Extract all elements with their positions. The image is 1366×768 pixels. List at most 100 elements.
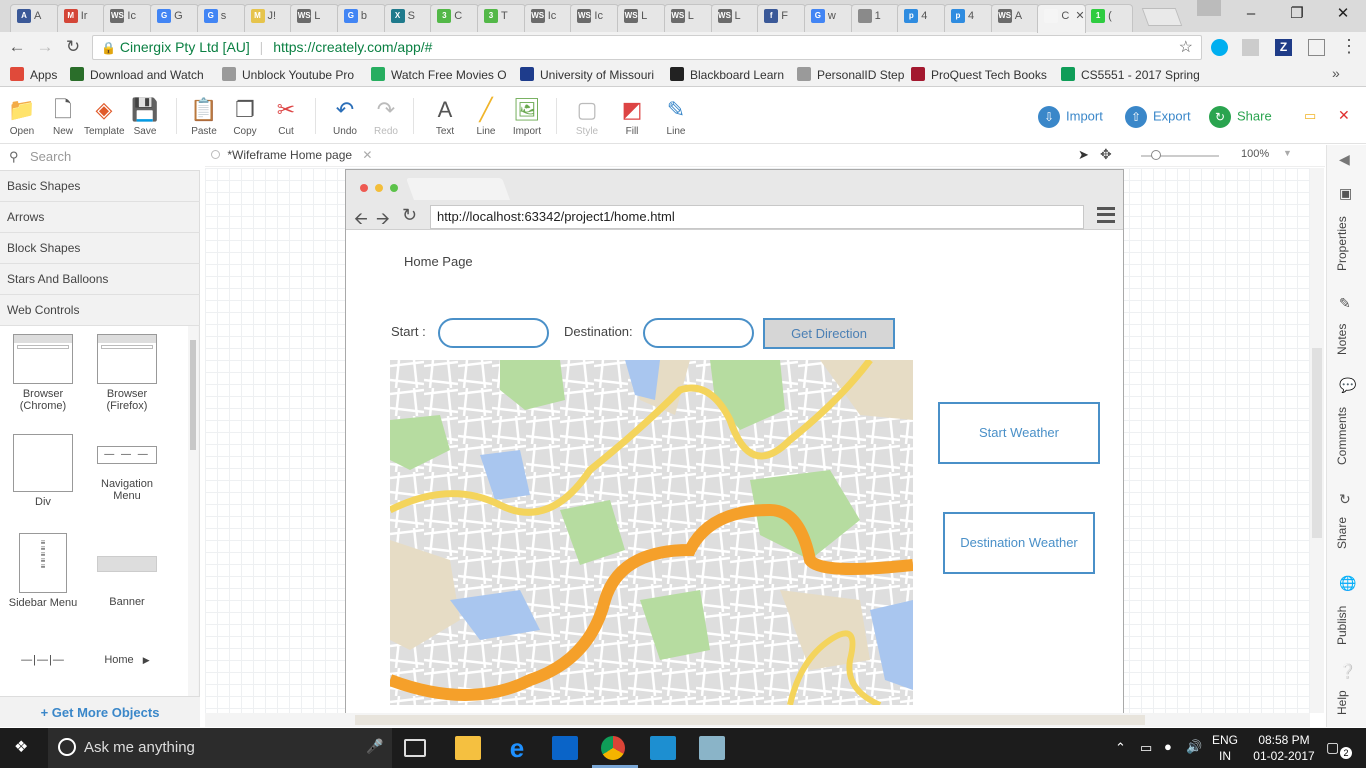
bookmark-item[interactable]: Blackboard Learn	[670, 67, 784, 82]
destination-weather-box[interactable]: Destination Weather	[943, 512, 1095, 574]
bookmark-item[interactable]: Apps	[10, 67, 57, 82]
zotero-extension-icon[interactable]: Z	[1275, 39, 1292, 56]
bookmark-item[interactable]: PersonalID Step	[797, 67, 904, 82]
toolbar-new-button[interactable]: 🗋 New	[43, 96, 83, 137]
browser-tab[interactable]: p4	[897, 4, 947, 32]
diagram-canvas[interactable]: 🡨 🡪 ↻ http://localhost:63342/project1/ho…	[205, 168, 1310, 713]
get-direction-button[interactable]: Get Direction	[763, 318, 895, 349]
task-view-icon[interactable]	[404, 739, 426, 757]
webstorm-icon[interactable]	[650, 736, 676, 760]
toolbar-redo-button[interactable]: ↷ Redo	[366, 96, 406, 137]
close-app-icon[interactable]: ✕	[1338, 107, 1350, 124]
zoom-dropdown-icon[interactable]: ▼	[1283, 148, 1292, 158]
browser-tab[interactable]: GG	[150, 4, 200, 32]
bookmark-item[interactable]: ProQuest Tech Books	[911, 67, 1047, 82]
browser-tab[interactable]: WS Ic	[570, 4, 620, 32]
windows-start-icon[interactable]: ❖	[14, 739, 32, 757]
toolbar-paste-button[interactable]: 📋 Paste	[184, 96, 224, 137]
cortana-search-box[interactable]: Ask me anything 🎤	[48, 728, 392, 768]
reload-icon[interactable]: ↻	[62, 37, 84, 57]
get-more-objects-link[interactable]: + Get More Objects	[0, 696, 200, 727]
shape-search-input[interactable]: ⚲ Search	[0, 145, 200, 171]
browser-tab[interactable]: AA	[10, 4, 59, 32]
shape-category-item[interactable]: Arrows	[0, 202, 200, 233]
select-pointer-icon[interactable]: ➤	[1078, 147, 1089, 163]
export-button[interactable]: ⇧ Export	[1125, 106, 1191, 128]
share-button[interactable]: ↻ Share	[1209, 106, 1272, 128]
clock[interactable]: 08:58 PM 01-02-2017	[1252, 732, 1316, 764]
microphone-icon[interactable]: 🎤	[366, 738, 383, 755]
shape-category-item[interactable]: Basic Shapes	[0, 171, 200, 202]
shape-browser-chrome[interactable]: Browser (Chrome)	[1, 334, 85, 412]
toolbar-line-button[interactable]: ╱ Line	[466, 96, 506, 137]
shape-category-item[interactable]: Stars And Balloons	[0, 264, 200, 295]
shape-home-link[interactable]: Home ▶	[85, 654, 169, 666]
minimize-icon[interactable]: –	[1228, 0, 1274, 28]
window-close-icon[interactable]: ✕	[1320, 0, 1366, 28]
collapse-left-icon[interactable]: ◀	[1339, 151, 1350, 168]
bookmark-item[interactable]: Download and Watch	[70, 67, 204, 82]
browser-tab[interactable]: 3C	[430, 4, 480, 32]
browser-tab[interactable]: WS A	[990, 4, 1040, 32]
document-tab[interactable]: *Wifeframe Home page ✕	[211, 148, 372, 162]
browser-tab[interactable]: Gb	[336, 4, 386, 32]
shape-breadcrumb[interactable]: —|—|—	[1, 654, 85, 666]
chrome-icon[interactable]	[601, 736, 625, 760]
pan-move-icon[interactable]: ✥	[1100, 146, 1112, 163]
battery-icon[interactable]: ▭	[1140, 740, 1152, 756]
new-tab-button[interactable]	[1141, 8, 1183, 26]
bookmark-item[interactable]: Watch Free Movies O	[371, 67, 507, 82]
bookmark-item[interactable]: CS5551 - 2017 Spring	[1061, 67, 1200, 82]
comments-tab[interactable]: Comments	[1335, 399, 1359, 465]
start-weather-box[interactable]: Start Weather	[938, 402, 1100, 464]
import-button[interactable]: ⇩ Import	[1038, 106, 1103, 128]
volume-icon[interactable]: 🔊	[1186, 739, 1202, 755]
zoom-level[interactable]: 100%	[1241, 148, 1269, 160]
browser-tab[interactable]: WS L	[710, 4, 760, 32]
fullscreen-icon[interactable]: ▭	[1304, 108, 1316, 124]
extension-icon[interactable]	[1242, 39, 1259, 56]
properties-tab[interactable]: Properties	[1335, 207, 1359, 271]
shape-sidebar-menu[interactable]: ≡ ≡ ≡ ≡ ≡ Sidebar Menu	[1, 533, 85, 609]
browser-tab[interactable]: fF	[757, 4, 807, 32]
outlook-icon[interactable]	[552, 736, 578, 760]
toolbar-cut-button[interactable]: ✂ Cut	[266, 96, 306, 137]
destination-input[interactable]	[643, 318, 754, 348]
toolbar-import-button[interactable]: 🖼 Import	[507, 96, 547, 137]
shape-browser-firefox[interactable]: Browser (Firefox)	[85, 334, 169, 412]
bookmark-star-icon[interactable]: ☆	[1179, 36, 1193, 59]
back-icon[interactable]: ←	[6, 37, 28, 57]
app-icon[interactable]	[699, 736, 725, 760]
shape-navigation-menu[interactable]: — — — Navigation Menu	[85, 446, 169, 502]
browser-tab[interactable]: WS L	[663, 4, 713, 32]
help-tab[interactable]: Help	[1335, 685, 1359, 715]
toolbar-template-button[interactable]: ◈ Template	[84, 96, 125, 137]
browser-tab[interactable]: 1	[850, 4, 900, 32]
shape-category-item[interactable]: Web Controls	[0, 295, 200, 326]
toolbar-undo-button[interactable]: ↶ Undo	[325, 96, 365, 137]
forward-icon[interactable]: →	[34, 37, 56, 57]
shape-div[interactable]: Div	[1, 434, 85, 508]
zoom-slider[interactable]	[1141, 150, 1219, 160]
share-tab[interactable]: Share	[1335, 513, 1359, 549]
browser-tab[interactable]: WS Ic	[103, 4, 153, 32]
restore-icon[interactable]: ❐	[1274, 0, 1320, 28]
publish-tab[interactable]: Publish	[1335, 597, 1359, 645]
profile-icon[interactable]	[1197, 0, 1221, 16]
browser-tab[interactable]: 1(	[1084, 4, 1134, 32]
bookmark-item[interactable]: Unblock Youtube Pro	[222, 67, 354, 82]
browser-tab[interactable]: p4	[944, 4, 993, 32]
toolbar-line-button[interactable]: ✎ Line	[656, 96, 696, 137]
shape-banner[interactable]: Banner	[85, 556, 169, 608]
start-input[interactable]	[438, 318, 549, 348]
browser-tab[interactable]: M Ir	[56, 4, 106, 32]
shape-category-item[interactable]: Block Shapes	[0, 233, 200, 264]
toolbar-text-button[interactable]: A Text	[425, 96, 465, 137]
bookmarks-overflow-icon[interactable]: »	[1332, 65, 1340, 81]
toolbar-style-button[interactable]: ▢ Style	[567, 96, 607, 137]
toolbar-open-button[interactable]: 📁 Open	[2, 96, 42, 137]
action-center-icon[interactable]: ▢	[1326, 739, 1339, 756]
browser-tab[interactable]: XS	[383, 4, 433, 32]
browser-tab[interactable]: WS L	[290, 4, 340, 32]
wireframe-browser-shape[interactable]: 🡨 🡪 ↻ http://localhost:63342/project1/ho…	[345, 169, 1124, 713]
